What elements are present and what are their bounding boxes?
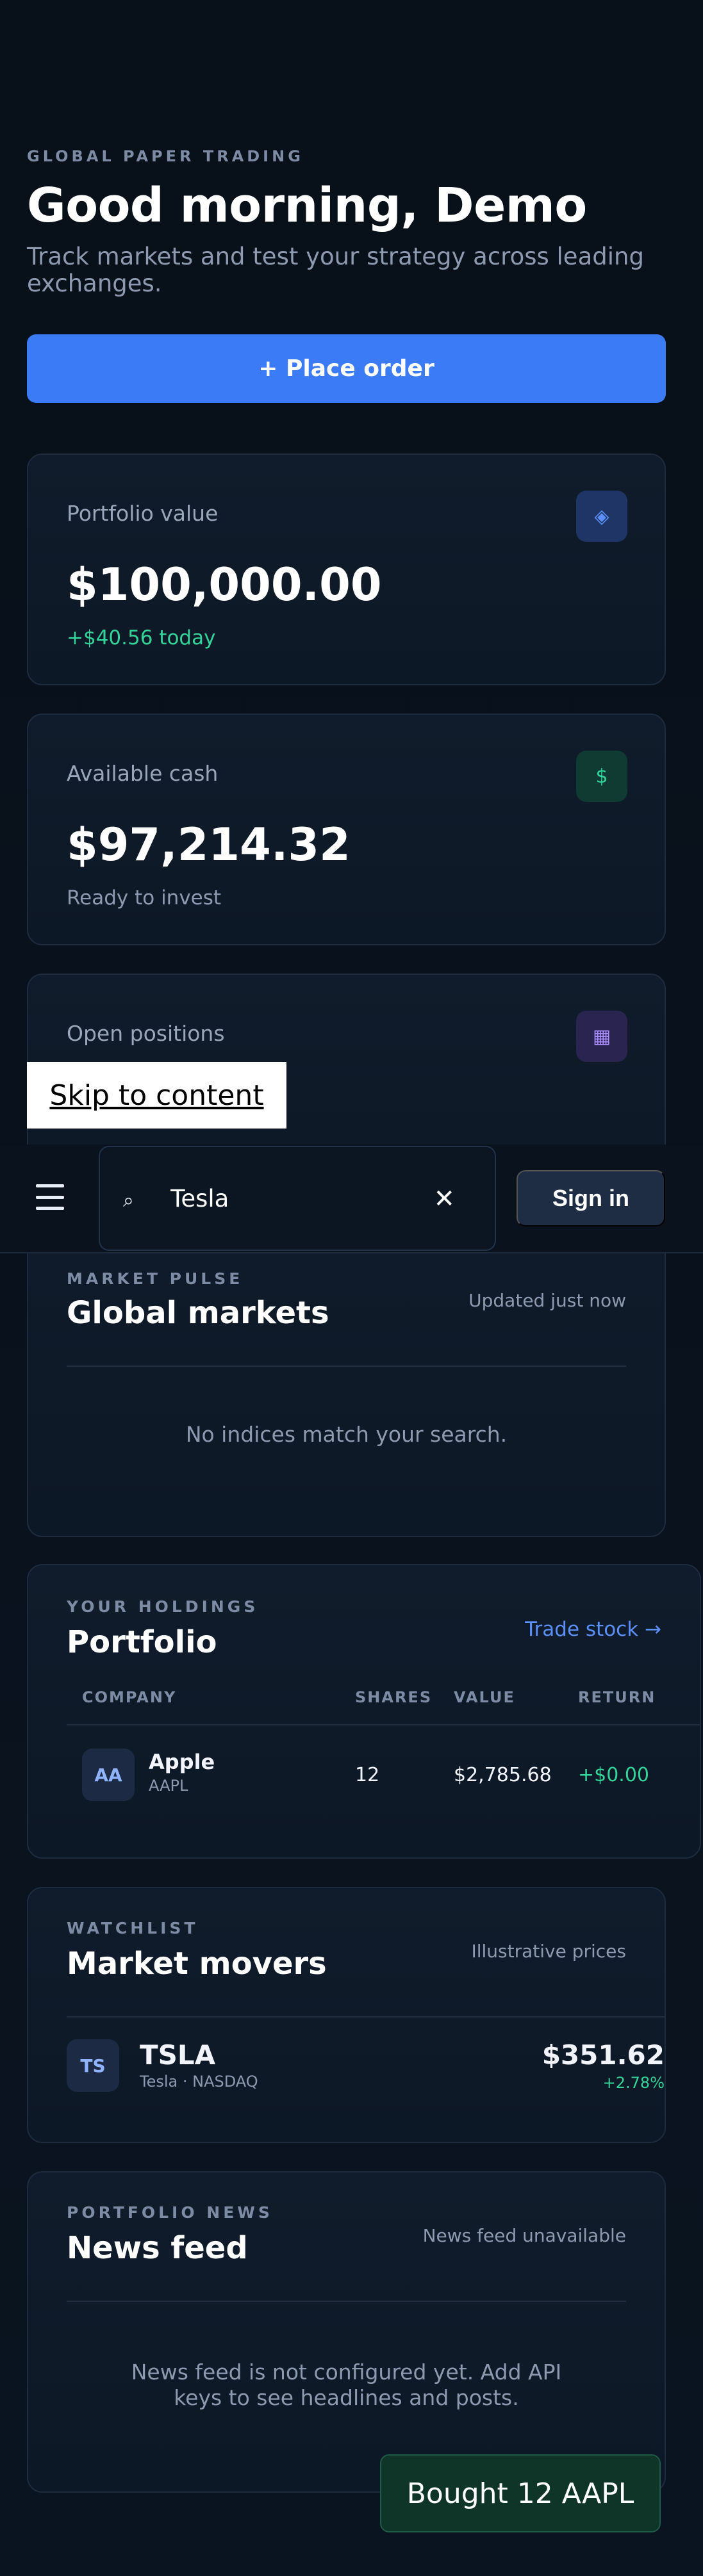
stock-avatar: TS — [67, 2039, 119, 2092]
divider — [67, 1365, 626, 1367]
search-box[interactable]: ⌕ ✕ — [99, 1146, 496, 1251]
portfolio-card: YOUR HOLDINGS Portfolio Trade stock → CO… — [27, 1564, 701, 1859]
empty-state: No indices match your search. — [185, 1422, 508, 1447]
stock-change: +2.78% — [602, 2074, 665, 2092]
column-header: VALUE — [454, 1688, 515, 1706]
column-header: COMPANY — [82, 1688, 177, 1706]
menu-icon[interactable] — [36, 1184, 64, 1210]
news-feed-card: PORTFOLIO NEWS News feed News feed unava… — [27, 2171, 666, 2493]
divider — [67, 2016, 665, 2018]
stock-description: Tesla · NASDAQ — [140, 2073, 258, 2091]
company-avatar: AA — [82, 1749, 135, 1801]
place-order-button[interactable]: + Place order — [27, 334, 666, 403]
stat-value: $100,000.00 — [67, 558, 382, 611]
news-status: News feed unavailable — [422, 2225, 626, 2246]
page-title: Good morning, Demo — [27, 178, 587, 233]
company-name: Apple — [149, 1750, 215, 1774]
available-cash-card: Available cash $97,214.32 Ready to inves… — [27, 713, 666, 945]
top-bar: ⌕ ✕ Sign in — [0, 1145, 703, 1253]
dollar-icon: $ — [576, 751, 627, 802]
prices-note: Illustrative prices — [471, 1941, 626, 1962]
divider — [67, 1724, 700, 1725]
return-cell: +$0.00 — [578, 1764, 650, 1786]
search-icon: ⌕ — [123, 1189, 134, 1212]
toast-notification: Bought 12 AAPL — [380, 2454, 661, 2532]
section-title: Global markets — [67, 1295, 329, 1331]
column-header: RETURN — [578, 1688, 656, 1706]
portfolio-value-card: Portfolio value $100,000.00 +$40.56 toda… — [27, 453, 666, 685]
value-cell: $2,785.68 — [454, 1764, 552, 1786]
empty-state: News feed is not configured yet. Add API… — [131, 2360, 562, 2410]
stat-sub: Ready to invest — [67, 886, 222, 909]
page-subtitle: Track markets and test your strategy acr… — [27, 243, 644, 297]
stat-label: Available cash — [67, 761, 219, 786]
updated-status: Updated just now — [468, 1290, 626, 1311]
section-eyebrow: PORTFOLIO NEWS — [67, 2203, 273, 2222]
watchlist-card: WATCHLIST Market movers Illustrative pri… — [27, 1887, 666, 2143]
section-eyebrow: WATCHLIST — [67, 1919, 199, 1937]
section-eyebrow: MARKET PULSE — [67, 1269, 244, 1288]
stat-value: $97,214.32 — [67, 819, 351, 871]
stat-label: Portfolio value — [67, 501, 219, 526]
search-input[interactable] — [170, 1179, 414, 1218]
company-ticker: AAPL — [149, 1777, 188, 1795]
section-title: News feed — [67, 2230, 248, 2266]
diamond-icon: ◈ — [576, 491, 627, 542]
section-title: Market movers — [67, 1946, 327, 1982]
section-eyebrow: YOUR HOLDINGS — [67, 1597, 259, 1616]
stock-price: $351.62 — [542, 2039, 665, 2071]
stock-symbol: TSLA — [140, 2039, 216, 2071]
hero-eyebrow: GLOBAL PAPER TRADING — [27, 147, 304, 165]
grid-icon: ▦ — [576, 1011, 627, 1062]
sign-in-button[interactable]: Sign in — [517, 1170, 665, 1227]
section-title: Portfolio — [67, 1624, 217, 1660]
divider — [67, 2301, 626, 2302]
skip-to-content-link[interactable]: Skip to content — [27, 1062, 286, 1129]
stat-label: Open positions — [67, 1021, 225, 1046]
clear-search-icon[interactable]: ✕ — [433, 1184, 455, 1214]
stat-change: +$40.56 today — [67, 626, 216, 649]
column-header: SHARES — [355, 1688, 433, 1706]
shares-cell: 12 — [355, 1764, 380, 1786]
trade-stock-link[interactable]: Trade stock → — [525, 1618, 661, 1641]
